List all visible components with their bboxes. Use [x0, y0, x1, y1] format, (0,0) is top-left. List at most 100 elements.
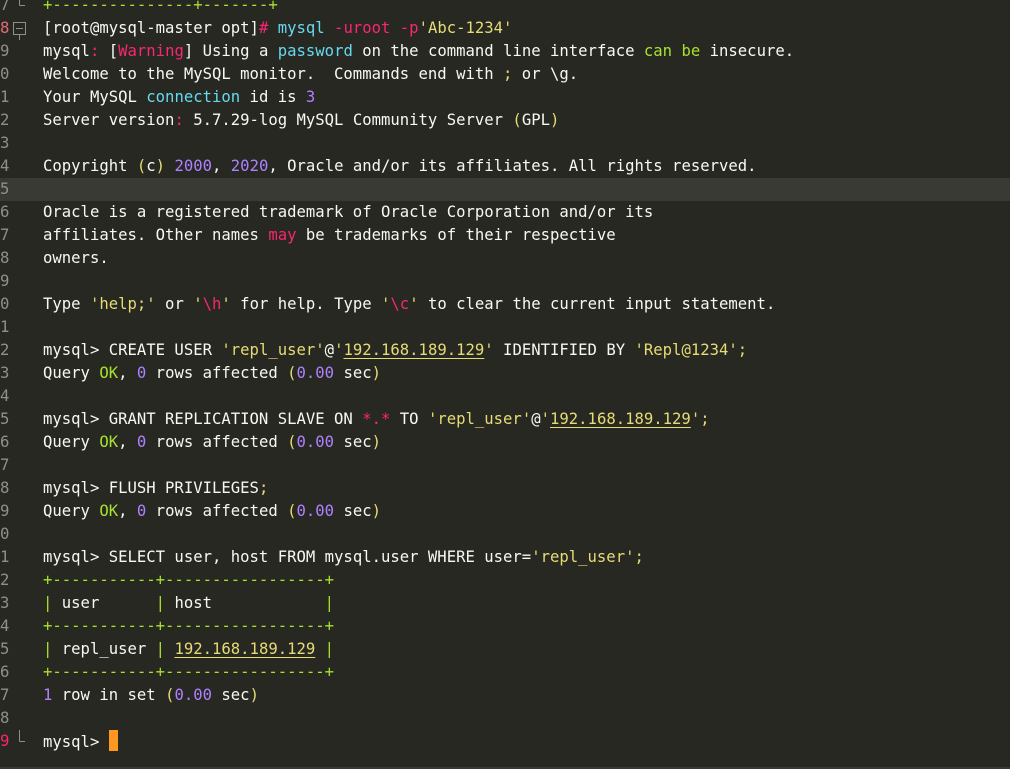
line-content: Type 'help;' or '\h' for help. Type '\c'… [43, 293, 775, 316]
text-token: 'Repl@1234' [634, 341, 738, 359]
text-token: : [89, 42, 109, 60]
text-token: Using a [193, 42, 278, 60]
terminal-line: 1 [0, 316, 1010, 339]
text-token: sec [334, 364, 372, 382]
text-token: ( [287, 502, 297, 520]
line-content: +-----------+-----------------+ [43, 569, 334, 592]
line-content: mysql> SELECT user, host FROM mysql.user… [43, 546, 644, 569]
line-number: 4 [0, 387, 10, 405]
text-token: repl_user [52, 640, 156, 658]
text-token: ; [634, 548, 644, 566]
line-number: 3 [0, 594, 10, 612]
text-token: 3 [305, 88, 316, 106]
text-token: ) [371, 364, 382, 382]
text-token: rows affected [146, 433, 288, 451]
terminal-line: 8 [0, 707, 1010, 730]
text-token: | [155, 640, 166, 658]
text-token: row in set [52, 686, 166, 704]
line-content: Query OK, 0 rows affected (0.00 sec) [43, 500, 381, 523]
text-token: , [118, 502, 137, 520]
line-number: 1 [0, 548, 10, 566]
text-token: 'help;' [89, 295, 156, 313]
text-token: sec [334, 433, 372, 451]
text-token: ] [183, 42, 194, 60]
text-cursor [108, 730, 118, 751]
text-token: 192.168.189.129 [174, 640, 316, 658]
line-number: 7 [0, 0, 10, 14]
text-token: +-----------+-----------------+ [43, 617, 335, 635]
text-token: TO [390, 410, 428, 428]
text-token: be trademarks of their respective [296, 226, 616, 244]
terminal-line: 5 mysql> GRANT REPLICATION SLAVE ON *.* T… [0, 408, 1010, 431]
line-number: 6 [0, 663, 10, 681]
line-content: mysql> FLUSH PRIVILEGES; [43, 477, 268, 500]
text-token: ; [737, 341, 748, 359]
text-token: mysql [43, 42, 90, 60]
text-token: connection [146, 88, 241, 106]
fold-collapse-icon[interactable] [12, 17, 36, 40]
text-token: ) [371, 433, 382, 451]
text-token: GRANT REPLICATION SLAVE ON [108, 410, 363, 428]
terminal-line: 7 [0, 454, 1010, 477]
line-number: 6 [0, 433, 10, 451]
text-token: ' [690, 410, 701, 428]
text-token: OK [99, 502, 119, 520]
text-token: mysql> [43, 341, 109, 359]
line-number: 7 [0, 226, 10, 244]
line-content: mysql> CREATE USER 'repl_user'@ '192.168.… [43, 339, 747, 362]
text-token: be [681, 42, 701, 60]
text-token: +-----------+-----------------+ [43, 571, 335, 589]
text-token: : [174, 111, 184, 129]
terminal-line: 0 Welcome to the MySQL monitor. Commands … [0, 63, 1010, 86]
text-token: mysql> [43, 548, 109, 566]
text-token: or [155, 295, 194, 313]
terminal-line: 7 1 row in set (0.00 sec) [0, 684, 1010, 707]
text-token: insecure. [700, 42, 795, 60]
text-token: 0 [136, 364, 147, 382]
text-token: mysql> [43, 733, 109, 751]
text-token: 'Abc-1234' [418, 19, 513, 37]
text-token: sec [212, 686, 250, 704]
text-token: \h [202, 295, 222, 313]
text-token: # [258, 19, 278, 37]
text-token: Oracle is a registered trademark of Orac… [43, 203, 654, 221]
text-token: ) [549, 111, 560, 129]
fold-end-icon [19, 730, 25, 742]
text-token: ; [700, 410, 710, 428]
text-token: +---------------+-------+ [43, 0, 278, 14]
line-content: Oracle is a registered trademark of Orac… [43, 201, 653, 224]
line-number: 9 [0, 502, 10, 520]
text-token: FLUSH PRIVILEGES [108, 479, 259, 497]
text-token: | [155, 594, 166, 612]
text-token: 'repl_user' [221, 341, 325, 359]
text-token: 'repl_user' [531, 548, 635, 566]
terminal-line: 9 Query OK, 0 rows affected (0.00 sec) [0, 500, 1010, 523]
text-token: 0 [136, 433, 147, 451]
text-token: 0.00 [296, 364, 335, 382]
text-token: Query [43, 502, 100, 520]
text-token: Copyright [43, 157, 137, 175]
terminal-line: 1 Your MySQL connection id is 3 [0, 86, 1010, 109]
terminal-line: 6 Query OK, 0 rows affected (0.00 sec) [0, 431, 1010, 454]
line-number: 9 [0, 732, 10, 750]
terminal-line: 8 owners. [0, 247, 1010, 270]
line-content: Welcome to the MySQL monitor. Commands e… [43, 63, 578, 86]
line-number: 7 [0, 456, 10, 474]
line-content: mysql: [Warning] Using a password on the… [43, 40, 794, 63]
line-number: 9 [0, 42, 10, 60]
text-token: on the command line interface [352, 42, 644, 60]
terminal-editor[interactable]: 7 +---------------+-------+ 8 [root@mysql-m… [0, 0, 1010, 769]
text-token: 192.168.189.129 [343, 341, 485, 359]
text-token: host [165, 594, 325, 612]
line-number: 0 [0, 295, 10, 313]
text-token: id is [240, 88, 306, 106]
text-token: , [212, 157, 231, 175]
text-token: OK [99, 364, 119, 382]
text-token: can [643, 42, 673, 60]
terminal-line: 7 affiliates. Other names may be trademar… [0, 224, 1010, 247]
terminal-line: 3 [0, 132, 1010, 155]
text-token: SELECT user, host FROM mysql.user WHERE … [108, 548, 532, 566]
line-number: 9 [0, 272, 10, 290]
text-token: or \g. [512, 65, 579, 83]
text-token: Server version [43, 111, 175, 129]
